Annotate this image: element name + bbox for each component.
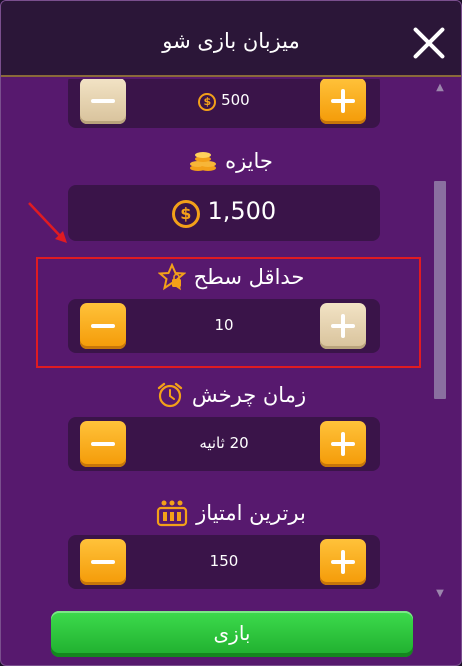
entry-fee-plus-button[interactable] [320, 79, 366, 124]
top-score-label: برترین امتیاز [196, 501, 306, 525]
plus-icon-vertical [341, 432, 345, 456]
plus-icon-vertical [341, 550, 345, 574]
min-level-label: حداقل سطح [193, 265, 305, 289]
minus-icon [91, 442, 115, 446]
plus-icon-vertical [341, 89, 345, 113]
coin-icon: $ [171, 200, 200, 228]
top-score-plus-button[interactable] [320, 539, 366, 585]
top-score-minus-button[interactable] [80, 539, 126, 585]
score-board-icon [157, 500, 188, 527]
arrow-icon [28, 202, 67, 243]
vertical-scrollbar[interactable]: ▲ ▼ [433, 79, 447, 605]
minus-icon [91, 560, 115, 564]
title-bar: میزبان بازی شو [1, 1, 461, 77]
scroll-down-icon[interactable]: ▼ [433, 587, 447, 601]
star-lock-icon [157, 263, 186, 291]
play-button[interactable]: بازی [51, 611, 413, 657]
min-level-value: 10 [214, 316, 234, 334]
spin-time-label-row: زمان چرخش [1, 381, 461, 409]
spin-time-stepper: 20 ثانیه [68, 417, 380, 471]
scroll-thumb[interactable] [434, 181, 446, 399]
min-level-label-row: حداقل سطح [1, 263, 461, 291]
settings-scroll-area[interactable]: $ 500 جایزه $ 1,500 حداقل سطح 10 زمان چر… [1, 79, 461, 607]
prize-panel: $ 1,500 [68, 185, 380, 241]
host-game-dialog: میزبان بازی شو $ 500 جایزه $ 1,500 حداقل… [0, 0, 462, 666]
plus-icon-vertical [341, 314, 345, 338]
spin-time-plus-button[interactable] [320, 421, 366, 467]
entry-fee-stepper: $ 500 [68, 79, 380, 128]
spin-time-value: 20 ثانیه [199, 434, 249, 452]
dialog-title: میزبان بازی شو [162, 29, 300, 53]
coin-icon: $ [198, 93, 217, 111]
entry-fee-value-wrap: $ 500 [126, 91, 322, 111]
top-score-stepper: 150 [68, 535, 380, 589]
min-level-minus-button[interactable] [80, 303, 126, 349]
close-icon[interactable] [411, 25, 447, 61]
min-level-stepper: 10 [68, 299, 380, 353]
prize-label-row: جایزه [1, 149, 461, 173]
spin-time-label: زمان چرخش [191, 383, 307, 407]
prize-value-wrap: $ 1,500 [68, 197, 380, 228]
alarm-clock-icon [157, 382, 183, 408]
prize-value: 1,500 [207, 197, 277, 225]
entry-fee-minus-button[interactable] [80, 79, 126, 124]
prize-label: جایزه [225, 149, 273, 173]
entry-fee-value: 500 [221, 91, 250, 109]
coin-stack-icon [190, 152, 217, 171]
top-score-value: 150 [209, 552, 239, 570]
min-level-plus-button[interactable] [320, 303, 366, 349]
top-score-label-row: برترین امتیاز [1, 499, 461, 527]
scroll-up-icon[interactable]: ▲ [433, 81, 447, 95]
minus-icon [91, 99, 115, 103]
spin-time-minus-button[interactable] [80, 421, 126, 467]
minus-icon [91, 324, 115, 328]
